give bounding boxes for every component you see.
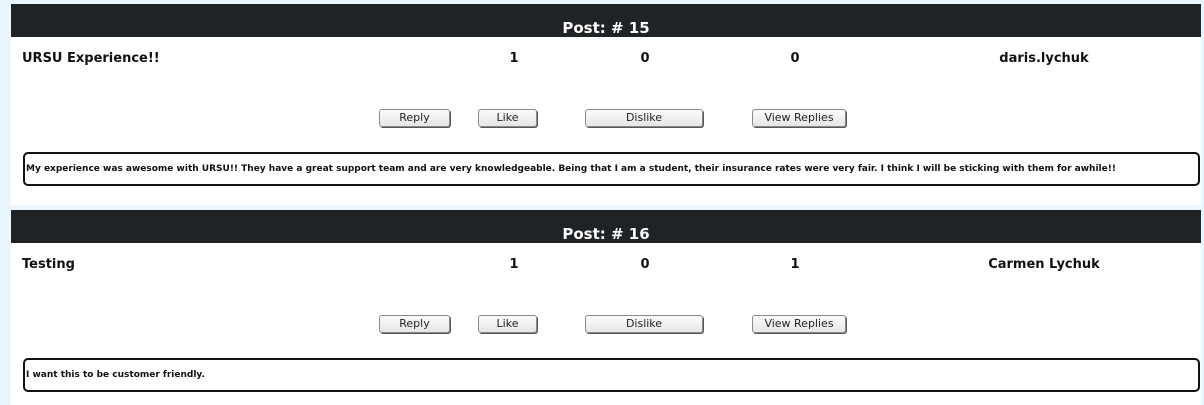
reply-button[interactable]: Reply: [379, 315, 450, 333]
like-button[interactable]: Like: [478, 109, 537, 127]
post-title: Post: # 15: [562, 19, 650, 37]
post-card: Post: # 15 URSU Experience!! 1 0 0 daris…: [11, 4, 1201, 205]
post-subject: Testing: [22, 257, 75, 272]
post-content-box: I want this to be customer friendly.: [23, 358, 1200, 392]
post-content: My experience was awesome with URSU!! Th…: [26, 164, 1116, 174]
dislike-button[interactable]: Dislike: [585, 109, 703, 127]
post-card: Post: # 16 Testing 1 0 1 Carmen Lychuk R…: [11, 210, 1201, 405]
post-subject: URSU Experience!!: [22, 51, 160, 66]
post-stat-1: 1: [509, 257, 519, 272]
post-title: Post: # 16: [562, 225, 650, 243]
post-stat-3: 0: [790, 51, 800, 66]
post-stat-2: 0: [640, 51, 650, 66]
reply-button[interactable]: Reply: [379, 109, 450, 127]
post-stat-1: 1: [509, 51, 519, 66]
post-author: daris.lychuk: [999, 51, 1089, 66]
post-content: I want this to be customer friendly.: [26, 370, 205, 380]
view-replies-button[interactable]: View Replies: [752, 315, 846, 333]
dislike-button[interactable]: Dislike: [585, 315, 703, 333]
view-replies-button[interactable]: View Replies: [752, 109, 846, 127]
post-content-box: My experience was awesome with URSU!! Th…: [23, 152, 1200, 186]
post-stat-2: 0: [640, 257, 650, 272]
like-button[interactable]: Like: [478, 315, 537, 333]
post-stat-3: 1: [790, 257, 800, 272]
post-author: Carmen Lychuk: [988, 257, 1100, 272]
